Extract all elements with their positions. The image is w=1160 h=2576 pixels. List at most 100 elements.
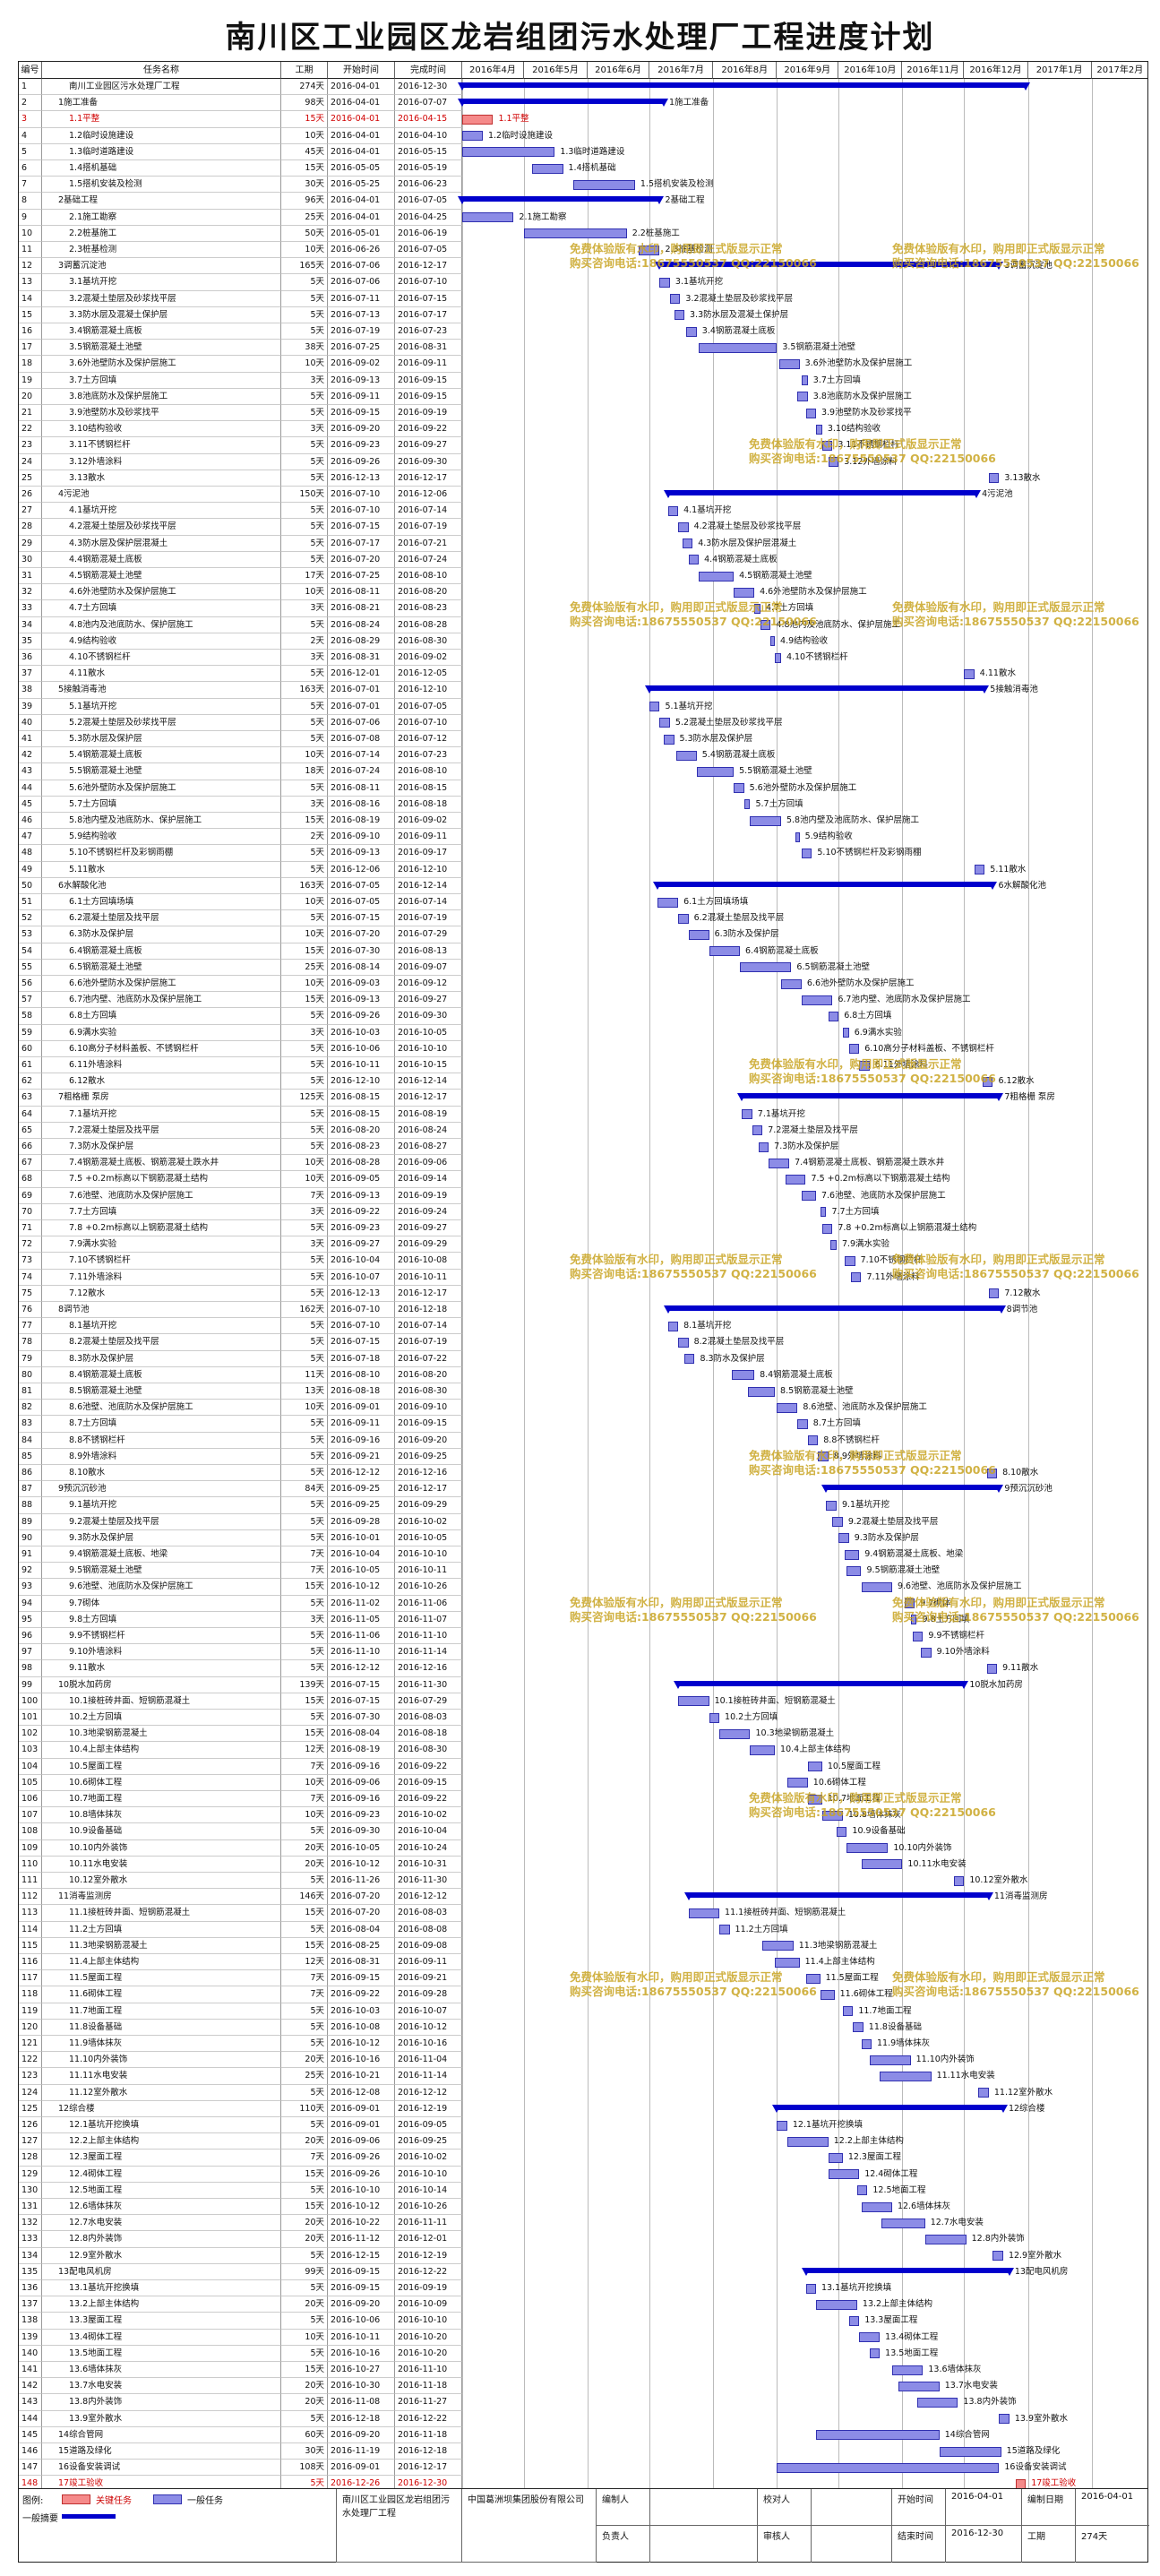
task-bar[interactable] xyxy=(856,2185,868,2196)
task-bar[interactable] xyxy=(939,2446,1001,2457)
task-bar[interactable] xyxy=(988,1288,1000,1299)
summary-bar[interactable] xyxy=(674,1680,969,1689)
task-bar[interactable] xyxy=(778,358,800,369)
task-bar[interactable] xyxy=(912,1631,924,1641)
task-bar[interactable] xyxy=(848,2315,860,2326)
task-bar[interactable] xyxy=(696,766,735,777)
task-bar[interactable] xyxy=(978,2088,989,2098)
task-bar[interactable] xyxy=(734,783,744,794)
task-bar[interactable] xyxy=(845,1549,860,1560)
task-bar[interactable] xyxy=(675,750,697,761)
task-bar[interactable] xyxy=(657,897,679,908)
task-bar[interactable] xyxy=(795,831,800,842)
task-bar[interactable] xyxy=(805,408,816,418)
task-bar[interactable] xyxy=(785,1174,806,1185)
task-bar[interactable] xyxy=(836,1826,847,1837)
task-bar[interactable] xyxy=(815,2430,940,2441)
task-bar[interactable] xyxy=(731,1370,755,1381)
task-bar[interactable] xyxy=(848,1044,860,1055)
task-bar[interactable] xyxy=(815,424,822,435)
task-bar[interactable] xyxy=(740,962,792,973)
task-bar[interactable] xyxy=(891,2365,924,2375)
task-bar[interactable] xyxy=(770,636,776,647)
task-bar[interactable] xyxy=(699,571,735,582)
task-bar[interactable] xyxy=(801,1191,816,1202)
summary-bar[interactable] xyxy=(683,1892,994,1901)
task-bar[interactable] xyxy=(916,2397,958,2408)
summary-bar[interactable] xyxy=(663,490,982,498)
task-bar[interactable] xyxy=(869,2348,881,2359)
task-bar[interactable] xyxy=(777,2120,787,2131)
task-bar[interactable] xyxy=(846,1843,889,1854)
task-bar[interactable] xyxy=(678,521,689,532)
task-bar[interactable] xyxy=(786,2136,829,2147)
task-bar[interactable] xyxy=(964,668,975,679)
task-bar[interactable] xyxy=(828,1011,839,1021)
task-bar[interactable] xyxy=(669,294,681,305)
task-bar[interactable] xyxy=(859,2332,881,2343)
task-bar[interactable] xyxy=(523,228,627,239)
task-bar[interactable] xyxy=(820,1989,835,2000)
critical-task-bar[interactable] xyxy=(1015,2478,1027,2488)
task-bar[interactable] xyxy=(869,2055,911,2065)
task-bar[interactable] xyxy=(838,1533,849,1544)
task-bar[interactable] xyxy=(777,2462,1000,2473)
task-bar[interactable] xyxy=(769,1158,790,1168)
task-bar[interactable] xyxy=(821,1223,833,1234)
task-bar[interactable] xyxy=(709,946,740,957)
task-bar[interactable] xyxy=(532,163,563,174)
task-bar[interactable] xyxy=(801,375,808,386)
task-bar[interactable] xyxy=(828,2169,860,2180)
task-bar[interactable] xyxy=(999,2414,1010,2425)
task-bar[interactable] xyxy=(898,2381,940,2391)
task-bar[interactable] xyxy=(801,848,812,858)
task-bar[interactable] xyxy=(845,1255,855,1266)
summary-bar[interactable] xyxy=(801,2267,1015,2276)
summary-bar[interactable] xyxy=(457,196,665,205)
task-bar[interactable] xyxy=(750,1745,776,1755)
task-bar[interactable] xyxy=(649,702,660,712)
summary-bar[interactable] xyxy=(737,1093,1004,1102)
task-bar[interactable] xyxy=(678,1337,689,1348)
task-bar[interactable] xyxy=(742,1109,752,1120)
task-bar[interactable] xyxy=(775,652,781,663)
task-bar[interactable] xyxy=(688,929,709,940)
task-bar[interactable] xyxy=(734,587,755,598)
task-bar[interactable] xyxy=(688,1908,720,1918)
summary-bar[interactable] xyxy=(821,1485,1004,1494)
task-bar[interactable] xyxy=(880,2071,932,2081)
task-bar[interactable] xyxy=(861,2038,872,2049)
task-bar[interactable] xyxy=(686,326,697,337)
task-bar[interactable] xyxy=(752,1125,763,1136)
task-bar[interactable] xyxy=(462,131,483,142)
task-bar[interactable] xyxy=(780,978,802,989)
summary-bar[interactable] xyxy=(457,82,1031,90)
task-bar[interactable] xyxy=(786,1778,808,1788)
task-bar[interactable] xyxy=(699,342,778,353)
task-bar[interactable] xyxy=(748,1386,776,1397)
task-bar[interactable] xyxy=(851,1272,862,1283)
task-bar[interactable] xyxy=(462,147,555,158)
task-bar[interactable] xyxy=(986,1663,998,1674)
task-bar[interactable] xyxy=(659,277,670,288)
summary-bar[interactable] xyxy=(644,685,990,694)
task-bar[interactable] xyxy=(815,2299,857,2310)
task-bar[interactable] xyxy=(762,1941,794,1951)
task-bar[interactable] xyxy=(719,1728,751,1739)
task-bar[interactable] xyxy=(988,473,1000,484)
task-bar[interactable] xyxy=(846,1565,862,1576)
task-bar[interactable] xyxy=(828,2152,843,2163)
task-bar[interactable] xyxy=(688,555,700,565)
task-bar[interactable] xyxy=(678,913,689,924)
task-bar[interactable] xyxy=(777,1402,798,1413)
task-bar[interactable] xyxy=(826,1500,837,1511)
task-bar[interactable] xyxy=(921,1647,932,1658)
summary-bar[interactable] xyxy=(663,1305,1006,1314)
task-bar[interactable] xyxy=(750,815,781,826)
task-bar[interactable] xyxy=(758,1142,769,1152)
task-bar[interactable] xyxy=(719,1925,730,1935)
task-bar[interactable] xyxy=(820,1207,827,1218)
task-bar[interactable] xyxy=(659,718,670,728)
task-bar[interactable] xyxy=(953,1875,965,1886)
critical-task-bar[interactable] xyxy=(462,114,494,125)
